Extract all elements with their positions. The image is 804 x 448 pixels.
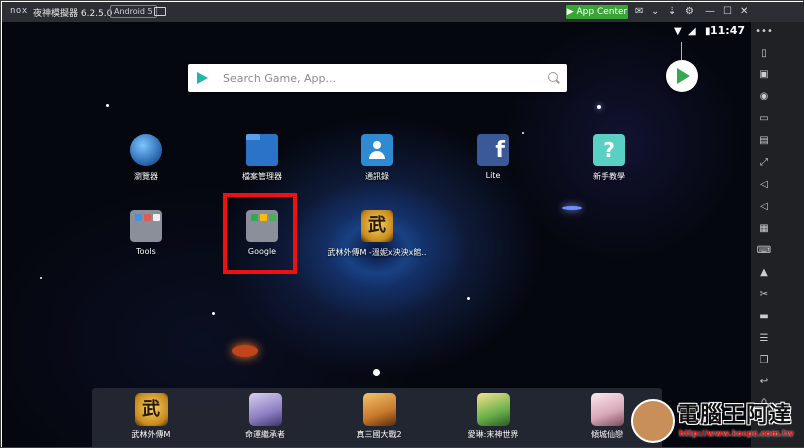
screen-icon[interactable]: ▭ <box>751 111 777 127</box>
folder-tools-icon <box>130 210 162 242</box>
folder-icon <box>246 134 278 166</box>
search-bar[interactable]: Search Game, App... <box>188 64 567 92</box>
window-title: 夜神模擬器 6.2.5.0 <box>33 9 113 19</box>
connector-line <box>681 42 682 60</box>
watermark-avatar <box>631 399 675 443</box>
watermark-text: 電腦王阿達 <box>677 403 793 428</box>
folder-tools[interactable]: Tools <box>106 210 186 256</box>
contacts-icon <box>361 134 393 166</box>
star <box>212 312 215 315</box>
game-heir-icon <box>248 393 282 426</box>
toolbox-icon[interactable]: ▦ <box>751 221 777 237</box>
dock: 武 武林外傳M 命運繼承者 真三國大戰2 愛琳:末神世界 傾城仙戀 <box>92 388 662 447</box>
star <box>562 206 582 210</box>
star <box>40 277 42 279</box>
facebook-icon: f <box>477 134 509 166</box>
game-eileen-icon <box>476 393 510 426</box>
nebula-flare <box>232 345 258 357</box>
play-store-icon <box>677 68 690 84</box>
nox-logo: nox <box>10 6 28 16</box>
game-wulin-icon: 武 <box>361 210 393 242</box>
android-version-badge: Android 5 <box>110 5 157 18</box>
dock-app-heir[interactable]: 命運繼承者 <box>220 393 310 440</box>
keyboard-icon[interactable]: ⌨ <box>751 243 777 259</box>
multi-instance-icon[interactable]: ▬ <box>751 309 777 325</box>
app-label: 愛琳:末神世界 <box>467 430 519 439</box>
star <box>467 297 470 300</box>
app-browser[interactable]: 瀏覽器 <box>106 134 186 182</box>
scissors-icon[interactable]: ✂ <box>751 287 777 303</box>
apk-install-icon[interactable]: ▣ <box>751 67 777 83</box>
menu-icon[interactable]: ☰ <box>751 331 777 347</box>
highlight-box <box>223 193 297 274</box>
play-icon: ▶ <box>566 7 574 17</box>
close-icon[interactable]: ✕ <box>740 5 748 18</box>
mail-icon[interactable]: ✉ <box>635 5 643 18</box>
game-xian-icon <box>590 393 624 426</box>
app-tutorial[interactable]: ? 新手教學 <box>569 134 649 182</box>
watermark-url: http://www.kocpc.com.tw <box>679 429 794 438</box>
fullscreen-icon[interactable]: ⤢ <box>751 155 777 171</box>
app-label: 新手教學 <box>593 172 625 181</box>
gear-icon[interactable]: ⚙ <box>685 5 694 18</box>
watermark: 電腦王阿達 http://www.kocpc.com.tw <box>627 395 803 447</box>
play-store-icon <box>197 72 208 84</box>
search-input[interactable]: Search Game, App... <box>223 72 336 85</box>
app-center-label: App Center <box>576 7 628 17</box>
phone-rotate-icon[interactable]: ▯ <box>751 46 777 62</box>
android-home-screen: ▼ ◢ ▮ 11:47 Search Game, App... 瀏覽器 檔案管理… <box>2 22 751 447</box>
volume-down-icon[interactable]: ◁ <box>751 199 777 215</box>
clock: 11:47 <box>709 24 745 37</box>
dock-app-sanguo[interactable]: 真三國大戰2 <box>334 393 424 440</box>
app-center-button[interactable]: ▶ App Center <box>566 5 628 19</box>
page-indicator <box>373 369 380 376</box>
pin-icon[interactable]: ⇣ <box>668 5 676 18</box>
game-wulin-icon: 武 <box>134 393 168 426</box>
app-label: 武林外傳M -溫妮x泱泱x館.. <box>327 248 427 257</box>
more-icon[interactable]: ••• <box>751 24 777 40</box>
app-facebook-lite[interactable]: f Lite <box>453 134 533 180</box>
app-label: 檔案管理器 <box>242 172 282 181</box>
screenshot-sidebar-icon[interactable]: ▲ <box>751 265 777 281</box>
chevron-down-icon[interactable]: ⌄ <box>651 5 659 18</box>
app-label: Tools <box>136 247 156 256</box>
volume-up-icon[interactable]: ◁ <box>751 177 777 193</box>
wifi-icon: ▼ <box>674 26 682 37</box>
file-share-icon[interactable]: ▤ <box>751 133 777 149</box>
dock-app-wulin[interactable]: 武 武林外傳M <box>106 393 196 440</box>
search-icon[interactable] <box>548 72 558 82</box>
emulator-window: nox 夜神模擬器 6.2.5.0 Android 5 ▶ App Center… <box>0 0 804 448</box>
star <box>106 104 109 107</box>
app-label: 瀏覽器 <box>134 172 158 181</box>
maximize-icon[interactable]: ☐ <box>723 5 732 18</box>
app-label: 通訊錄 <box>365 172 389 181</box>
emulator-sidebar: ••• ▯ ▣ ◉ ▭ ▤ ⤢ ◁ ◁ ▦ ⌨ ▲ ✂ ▬ ☰ ❐ ↩ ⌂ <box>751 22 804 447</box>
app-contacts[interactable]: 通訊錄 <box>337 134 417 182</box>
screenshot-icon[interactable] <box>154 7 166 16</box>
title-bar: nox 夜神模擬器 6.2.5.0 Android 5 ▶ App Center… <box>2 2 804 22</box>
game-sanguo-icon <box>362 393 396 426</box>
back-icon[interactable]: ↩ <box>751 374 777 390</box>
globe-icon <box>130 134 162 166</box>
star <box>597 105 601 109</box>
play-store-shortcut[interactable] <box>666 60 698 92</box>
app-label: 真三國大戰2 <box>356 430 402 439</box>
app-label: 武林外傳M <box>131 430 171 439</box>
recent-apps-icon[interactable]: ❐ <box>751 353 777 369</box>
signal-icon: ◢ <box>688 26 696 37</box>
app-label: Lite <box>485 171 501 180</box>
app-file-manager[interactable]: 檔案管理器 <box>222 134 302 182</box>
app-wulin-shortcut[interactable]: 武 武林外傳M -溫妮x泱泱x館.. <box>312 210 442 258</box>
app-label: 命運繼承者 <box>245 430 285 439</box>
dock-app-eileen[interactable]: 愛琳:末神世界 <box>448 393 538 440</box>
location-icon[interactable]: ◉ <box>751 89 777 105</box>
minimize-icon[interactable]: — <box>705 5 715 18</box>
tutorial-icon: ? <box>593 134 625 166</box>
